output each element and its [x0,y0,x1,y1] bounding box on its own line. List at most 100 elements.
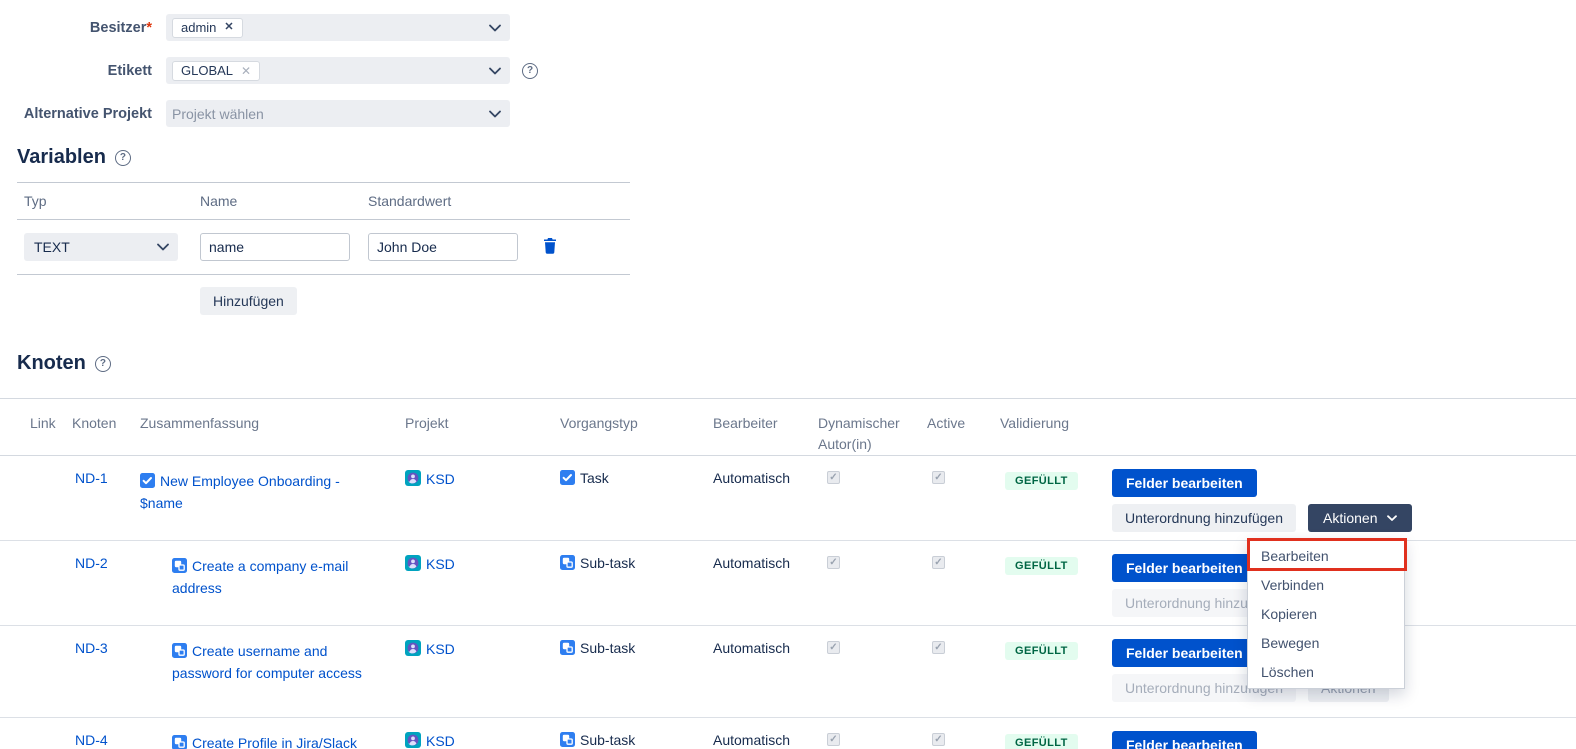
summary-link[interactable]: Create Profile in Jira/Slack [192,735,357,749]
project-avatar-icon [405,470,421,486]
alternative-projekt-select[interactable]: Projekt wählen [166,100,510,127]
subtask-icon [172,558,187,573]
help-icon[interactable]: ? [115,150,131,166]
validation-badge: GEFÜLLT [1005,472,1078,490]
help-icon[interactable]: ? [522,63,538,79]
subtask-icon [560,555,575,570]
table-row: ND-4 Create Profile in Jira/Slack KSD Su… [0,718,1576,749]
chevron-down-icon [1387,515,1397,522]
col-link: Link [30,399,72,455]
actions-dropdown-button[interactable]: Aktionen [1308,504,1411,532]
variable-row: TEXT [17,220,630,275]
assignee-value: Automatisch [713,456,818,540]
required-asterisk: * [146,20,152,36]
edit-fields-button[interactable]: Felder bearbeiten [1112,554,1257,582]
assignee-value: Automatisch [713,626,818,717]
col-name: Name [200,193,368,209]
project-avatar-icon [405,640,421,656]
project-avatar-icon [405,732,421,748]
edit-fields-button[interactable]: Felder bearbeiten [1112,639,1257,667]
task-icon [560,470,575,485]
subtask-icon [172,735,187,749]
table-row: ND-1 New Employee Onboarding - $name KSD… [0,456,1576,541]
node-link[interactable]: ND-4 [75,732,108,748]
col-projekt: Projekt [405,399,560,455]
dynamic-author-checkbox[interactable]: ✓ [827,471,840,484]
col-active: Active [927,399,1000,455]
dynamic-author-checkbox[interactable]: ✓ [827,733,840,746]
chevron-down-icon [157,243,169,251]
actions-dropdown-menu: Bearbeiten Verbinden Kopieren Bewegen Lö… [1247,538,1405,689]
edit-fields-button[interactable]: Felder bearbeiten [1112,731,1257,749]
project-avatar-icon [405,555,421,571]
delete-variable-button[interactable] [540,235,560,259]
variable-type-select[interactable]: TEXT [24,233,178,261]
issue-type-label: Task [580,470,609,486]
help-icon[interactable]: ? [95,356,111,372]
project-link[interactable]: KSD [426,556,455,572]
besitzer-tag[interactable]: admin ✕ [172,18,243,38]
workflow-settings-form: Besitzer* admin ✕ Etikett GLOBAL ✕ ? A [0,14,538,143]
active-checkbox[interactable]: ✓ [932,641,945,654]
dynamic-author-checkbox[interactable]: ✓ [827,641,840,654]
col-bearbeiter: Bearbeiter [713,399,818,455]
form-row-etikett: Etikett GLOBAL ✕ ? [0,57,538,84]
knoten-table-header: Link Knoten Zusammenfassung Projekt Vorg… [0,399,1576,456]
add-child-button[interactable]: Unterordnung hinzufügen [1112,504,1296,532]
node-link[interactable]: ND-3 [75,640,108,656]
project-link[interactable]: KSD [426,471,455,487]
assignee-value: Automatisch [713,718,818,749]
tag-label: admin [181,20,216,35]
summary-link[interactable]: Create a company e-mail address [172,558,348,596]
etikett-tag[interactable]: GLOBAL ✕ [172,61,260,81]
menu-item-bearbeiten[interactable]: Bearbeiten [1248,541,1404,570]
validation-badge: GEFÜLLT [1005,734,1078,749]
validation-badge: GEFÜLLT [1005,557,1078,575]
menu-item-kopieren[interactable]: Kopieren [1248,599,1404,628]
active-checkbox[interactable]: ✓ [932,733,945,746]
col-knoten: Knoten [72,399,140,455]
summary-link[interactable]: Create username and password for compute… [172,643,362,681]
menu-item-loeschen[interactable]: Löschen [1248,657,1404,686]
knoten-title: Knoten ? [17,352,111,375]
node-link[interactable]: ND-1 [75,470,108,486]
form-row-besitzer: Besitzer* admin ✕ [0,14,538,41]
variablen-title: Variablen ? [17,146,630,169]
project-link[interactable]: KSD [426,641,455,657]
menu-item-bewegen[interactable]: Bewegen [1248,628,1404,657]
summary-link[interactable]: New Employee Onboarding - $name [140,473,340,511]
trash-icon [542,237,558,254]
variable-name-input[interactable] [200,233,350,261]
task-icon [140,473,155,488]
add-variable-button[interactable]: Hinzufügen [200,287,297,315]
col-validierung: Validierung [1000,399,1112,455]
variable-default-input[interactable] [368,233,518,261]
project-link[interactable]: KSD [426,733,455,749]
validation-badge: GEFÜLLT [1005,642,1078,660]
subtask-icon [172,643,187,658]
besitzer-label: Besitzer* [0,20,152,36]
variablen-table-header: Typ Name Standardwert [17,183,630,220]
active-checkbox[interactable]: ✓ [932,471,945,484]
besitzer-select[interactable]: admin ✕ [166,14,510,41]
col-vorgangstyp: Vorgangstyp [560,399,713,455]
edit-fields-button[interactable]: Felder bearbeiten [1112,469,1257,497]
etikett-select[interactable]: GLOBAL ✕ [166,57,510,84]
variablen-section: Variablen ? Typ Name Standardwert TEXT [17,146,630,315]
col-standardwert: Standardwert [368,193,518,209]
chevron-down-icon [489,67,501,75]
remove-tag-icon[interactable]: ✕ [241,65,251,77]
issue-type-label: Sub-task [580,555,635,571]
col-zusammenfassung: Zusammenfassung [140,399,405,455]
issue-type-label: Sub-task [580,640,635,656]
node-link[interactable]: ND-2 [75,555,108,571]
dynamic-author-checkbox[interactable]: ✓ [827,556,840,569]
active-checkbox[interactable]: ✓ [932,556,945,569]
menu-item-verbinden[interactable]: Verbinden [1248,570,1404,599]
col-dynamischer-autor: Dynamischer Autor(in) [818,399,927,455]
assignee-value: Automatisch [713,541,818,625]
remove-tag-icon[interactable]: ✕ [224,22,233,33]
etikett-label: Etikett [0,63,152,79]
subtask-icon [560,732,575,747]
alternative-projekt-label: Alternative Projekt [0,106,152,122]
